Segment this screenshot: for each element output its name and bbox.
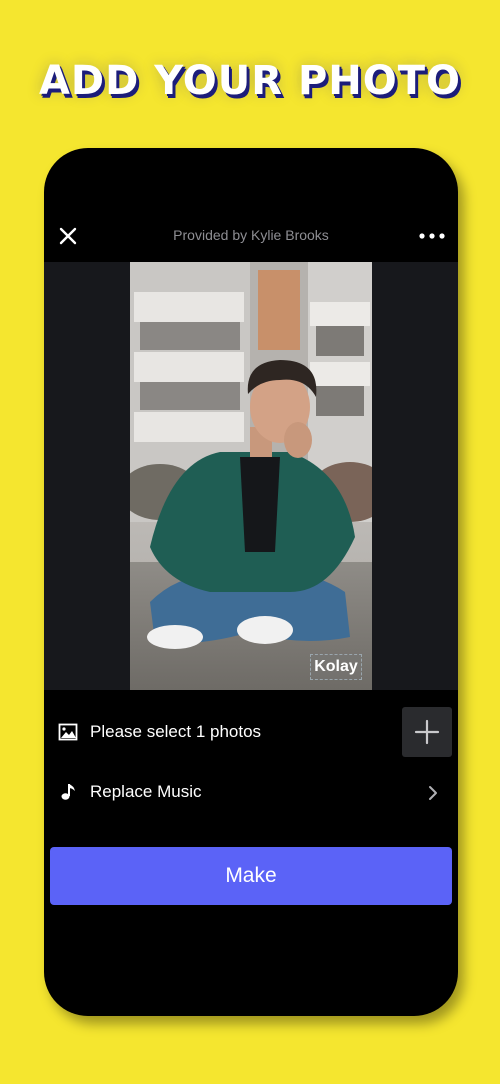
- top-bar: Provided by Kylie Brooks: [44, 214, 458, 258]
- watermark-badge: Kolay: [310, 654, 362, 680]
- page-headline: ADD YOUR PHOTO: [38, 58, 462, 104]
- chevron-right-icon[interactable]: [426, 784, 440, 802]
- replace-music-label: Replace Music: [90, 782, 202, 801]
- phone-frame: Provided by Kylie Brooks Kolay Please se…: [44, 148, 458, 1016]
- add-photo-button[interactable]: [402, 707, 452, 757]
- make-button[interactable]: Make: [50, 847, 452, 905]
- music-note-icon: [61, 784, 75, 800]
- preview-photo-illustration: [130, 262, 372, 690]
- video-preview-area: Kolay: [44, 262, 458, 690]
- replace-music-row[interactable]: Replace Music: [44, 766, 458, 822]
- plus-icon: [414, 719, 440, 745]
- select-photos-label: Please select 1 photos: [90, 722, 262, 741]
- preview-photo[interactable]: Kolay: [130, 262, 372, 690]
- image-icon: [58, 723, 78, 741]
- more-dots-icon[interactable]: [418, 224, 446, 248]
- provided-by-label: Provided by Kylie Brooks: [173, 227, 329, 243]
- select-photos-row[interactable]: Please select 1 photos: [44, 706, 458, 762]
